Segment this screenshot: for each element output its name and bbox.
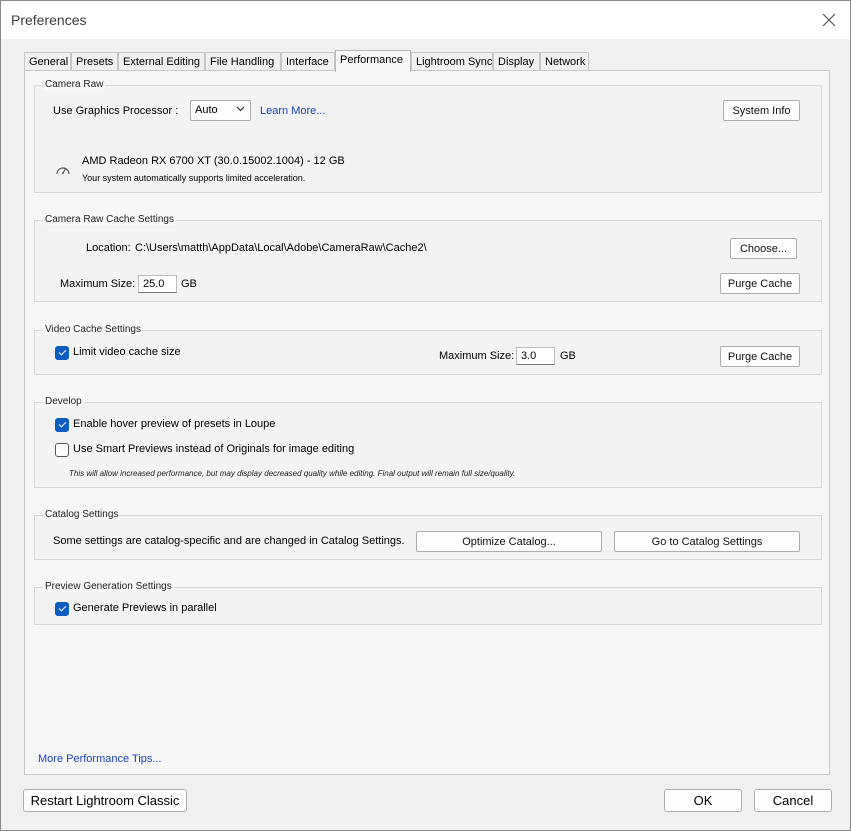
tab-presets[interactable]: Presets [71, 52, 118, 71]
go-to-catalog-settings-button[interactable]: Go to Catalog Settings [614, 531, 800, 552]
size-unit: GB [560, 350, 576, 362]
group-label: Video Cache Settings [43, 324, 143, 335]
max-size-label: Maximum Size: [439, 350, 515, 362]
preferences-window: Preferences General Presets External Edi… [0, 0, 851, 831]
generate-previews-parallel-label: Generate Previews in parallel [73, 602, 217, 614]
develop-group: Develop Enable hover preview of presets … [34, 396, 822, 488]
close-icon [822, 13, 836, 27]
tab-file-handling[interactable]: File Handling [205, 52, 281, 71]
chevron-down-icon [236, 104, 245, 116]
purge-cache-button[interactable]: Purge Cache [720, 273, 800, 294]
performance-panel: Camera Raw Use Graphics Processor : Auto… [24, 70, 830, 775]
tab-interface[interactable]: Interface [281, 52, 335, 71]
video-cache-group: Video Cache Settings Limit video cache s… [34, 324, 822, 375]
more-performance-tips-link[interactable]: More Performance Tips... [38, 753, 162, 765]
group-label: Camera Raw [43, 79, 106, 90]
size-unit: GB [181, 278, 197, 290]
group-label: Develop [43, 396, 84, 407]
window-title: Preferences [11, 12, 87, 28]
group-label: Camera Raw Cache Settings [43, 214, 176, 225]
optimize-catalog-button[interactable]: Optimize Catalog... [416, 531, 602, 552]
gpu-select-value: Auto [195, 104, 218, 116]
camera-raw-cache-size-input[interactable] [138, 275, 177, 293]
title-bar: Preferences [1, 1, 850, 39]
purge-cache-button[interactable]: Purge Cache [720, 346, 800, 367]
smart-previews-label: Use Smart Previews instead of Originals … [73, 443, 355, 455]
generate-previews-parallel-checkbox[interactable] [55, 602, 69, 616]
system-info-button[interactable]: System Info [723, 100, 800, 121]
gpu-name: AMD Radeon RX 6700 XT (30.0.15002.1004) … [82, 155, 345, 167]
smart-previews-checkbox[interactable] [55, 443, 69, 457]
limit-video-cache-label: Limit video cache size [73, 346, 181, 358]
cancel-button[interactable]: Cancel [754, 789, 832, 812]
close-button[interactable] [818, 9, 840, 31]
tab-lightroom-sync[interactable]: Lightroom Sync [411, 52, 493, 71]
smart-previews-note: This will allow increased performance, b… [69, 469, 516, 478]
tab-external-editing[interactable]: External Editing [118, 52, 205, 71]
gauge-icon [55, 162, 71, 181]
location-label: Location: [86, 242, 131, 254]
tab-performance[interactable]: Performance [335, 50, 411, 72]
tab-network[interactable]: Network [540, 52, 589, 71]
catalog-settings-group: Catalog Settings Some settings are catal… [34, 509, 822, 560]
gpu-select[interactable]: Auto [190, 100, 251, 121]
tab-general[interactable]: General [24, 52, 71, 71]
hover-preview-label: Enable hover preview of presets in Loupe [73, 418, 276, 430]
max-size-label: Maximum Size: [60, 278, 136, 290]
choose-button[interactable]: Choose... [730, 238, 797, 259]
camera-raw-group: Camera Raw Use Graphics Processor : Auto… [34, 79, 822, 193]
learn-more-link[interactable]: Learn More... [260, 105, 325, 117]
ok-button[interactable]: OK [664, 789, 742, 812]
video-cache-size-input[interactable] [516, 347, 555, 365]
location-path: C:\Users\matth\AppData\Local\Adobe\Camer… [135, 242, 427, 254]
limit-video-cache-checkbox[interactable] [55, 346, 69, 360]
hover-preview-checkbox[interactable] [55, 418, 69, 432]
group-label: Catalog Settings [43, 509, 121, 520]
group-label: Preview Generation Settings [43, 581, 174, 592]
gpu-status: Your system automatically supports limit… [82, 173, 306, 183]
catalog-description: Some settings are catalog-specific and a… [53, 535, 405, 547]
preview-generation-group: Preview Generation Settings Generate Pre… [34, 581, 822, 625]
camera-raw-cache-group: Camera Raw Cache Settings Location: C:\U… [34, 214, 822, 302]
restart-lightroom-button[interactable]: Restart Lightroom Classic [23, 789, 187, 812]
tab-display[interactable]: Display [493, 52, 540, 71]
gpu-label: Use Graphics Processor : [53, 105, 179, 117]
